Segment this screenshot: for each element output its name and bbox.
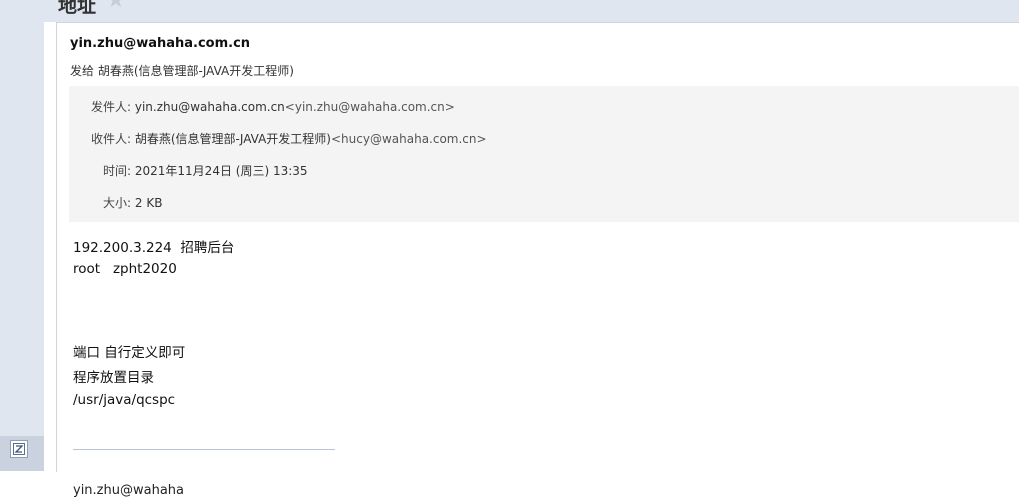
mail-reader: 地址 ★ yin.zhu@wahaha.com.cn 发给 胡春燕(信息管理部-…: [44, 0, 1019, 498]
from-email[interactable]: <yin.zhu@wahaha.com.cn>: [285, 100, 455, 114]
time-value: 2021年11月24日 (周三) 13:35: [134, 164, 308, 178]
sent-to-line: 发给 胡春燕(信息管理部-JAVA开发工程师): [70, 64, 294, 78]
meta-from-row: 发件人: yin.zhu@wahaha.com.cn<yin.zhu@wahah…: [91, 98, 455, 115]
body-line: root zpht2020: [73, 261, 177, 277]
to-name[interactable]: 胡春燕(信息管理部-JAVA开发工程师): [135, 132, 331, 146]
signature-partial: yin.zhu@wahaha: [73, 483, 184, 498]
from-name[interactable]: yin.zhu@wahaha.com.cn: [135, 100, 285, 114]
to-label: 收件人:: [91, 132, 132, 146]
time-label: 时间:: [103, 164, 132, 178]
compose-icon: [13, 440, 25, 459]
body-line: 端口 自行定义即可: [73, 345, 186, 361]
to-email[interactable]: <hucy@wahaha.com.cn>: [331, 132, 487, 146]
meta-to-row: 收件人: 胡春燕(信息管理部-JAVA开发工程师)<hucy@wahaha.co…: [91, 130, 487, 147]
body-line: 192.200.3.224 招聘后台: [73, 240, 235, 256]
mail-meta-box: 发件人: yin.zhu@wahaha.com.cn<yin.zhu@wahah…: [69, 86, 1019, 222]
mail-card: yin.zhu@wahaha.com.cn 发给 胡春燕(信息管理部-JAVA开…: [56, 22, 1019, 498]
left-sidebar: [0, 0, 44, 471]
from-label: 发件人:: [91, 100, 132, 114]
body-line: /usr/java/qcspc: [73, 392, 176, 408]
meta-time-row: 时间: 2021年11月24日 (周三) 13:35: [103, 162, 308, 179]
star-icon[interactable]: ★: [106, 0, 126, 13]
sender-address[interactable]: yin.zhu@wahaha.com.cn: [70, 36, 250, 51]
body-line: 程序放置目录: [73, 370, 154, 386]
subject-bar: 地址 ★: [44, 0, 1019, 22]
meta-size-row: 大小: 2 KB: [103, 194, 162, 211]
signature-divider: [73, 449, 335, 450]
mail-subject: 地址: [58, 0, 97, 17]
size-label: 大小:: [103, 196, 132, 210]
size-value: 2 KB: [134, 196, 163, 210]
compose-button[interactable]: [10, 440, 28, 458]
